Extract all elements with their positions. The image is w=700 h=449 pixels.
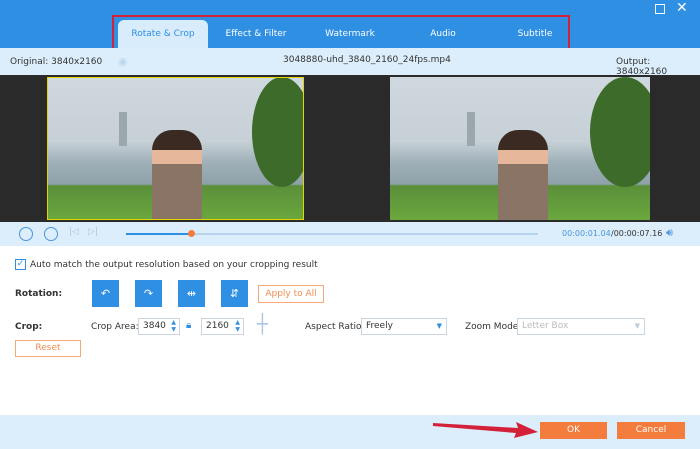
progress-handle[interactable] [188, 230, 196, 237]
video-preview [0, 75, 700, 222]
flip-horizontal-button[interactable]: ⇹ [178, 280, 205, 307]
zoom-mode-select[interactable]: Letter Box ▼ [517, 318, 645, 335]
width-stepper-icon[interactable]: ▲ ▼ [171, 319, 176, 333]
total-time: /00:00:07.16 [611, 229, 663, 238]
center-crop-icon[interactable]: ┼ [257, 314, 268, 335]
output-resolution: Output: 3840x2160 [616, 57, 668, 77]
info-bar: Original: 3840x2160 ◉ 3048880-uhd_3840_2… [0, 48, 700, 77]
crop-height-input[interactable]: 2160 ▲ ▼ [201, 318, 244, 335]
crop-height-value: 2160 [206, 321, 229, 331]
output-video-frame [390, 77, 650, 220]
auto-match-label: Auto match the output resolution based o… [30, 260, 318, 270]
footer: OK Cancel [0, 415, 700, 449]
pause-button[interactable] [19, 227, 33, 241]
rotation-label: Rotation: [15, 289, 63, 299]
lock-icon[interactable]: 🔒︎ [186, 320, 191, 331]
cancel-button[interactable]: Cancel [617, 422, 685, 439]
zoom-mode-value: Letter Box [522, 321, 569, 331]
aspect-ratio-value: Freely [366, 321, 393, 331]
crop-width-input[interactable]: 3840 ▲ ▼ [138, 318, 180, 335]
flip-vertical-button[interactable]: ⇵ [221, 280, 248, 307]
chevron-down-icon: ▼ [436, 322, 442, 330]
current-time: 00:00:01.04 [562, 229, 611, 238]
ok-button[interactable]: OK [540, 422, 607, 439]
previous-frame-icon[interactable]: |◁ [69, 227, 79, 237]
height-stepper-icon[interactable]: ▲ ▼ [235, 319, 240, 333]
next-frame-icon[interactable]: ▷| [88, 227, 98, 237]
maximize-icon[interactable] [655, 4, 665, 14]
rotate-right-button[interactable]: ↷ [135, 280, 162, 307]
aspect-ratio-label: Aspect Ratio: [305, 322, 365, 332]
zoom-mode-label: Zoom Mode: [465, 322, 522, 332]
original-resolution: Original: 3840x2160 [10, 57, 103, 67]
filename: 3048880-uhd_3840_2160_24fps.mp4 [283, 55, 451, 65]
apply-to-all-button[interactable]: Apply to All [258, 285, 324, 303]
crop-label: Crop: [15, 322, 43, 332]
reset-button[interactable]: Reset [15, 340, 81, 357]
progress-fill [126, 233, 192, 235]
crop-width-value: 3840 [143, 321, 166, 331]
red-arrow-annotation [433, 422, 538, 438]
eye-icon[interactable]: ◉ [118, 55, 128, 68]
crop-area-label: Crop Area: [91, 322, 139, 332]
chevron-down-icon: ▼ [634, 322, 640, 330]
close-icon[interactable]: ✕ [676, 0, 688, 16]
aspect-ratio-select[interactable]: Freely ▼ [361, 318, 447, 335]
stop-button[interactable] [44, 227, 58, 241]
crop-box[interactable] [47, 77, 304, 220]
volume-icon[interactable]: 🔊︎ [666, 226, 673, 240]
rotate-left-button[interactable]: ↶ [92, 280, 119, 307]
auto-match-checkbox[interactable]: ✓ [15, 259, 26, 270]
playback-bar: |◁ ▷| 00:00:01.04 /00:00:07.16 🔊︎ [0, 222, 700, 246]
